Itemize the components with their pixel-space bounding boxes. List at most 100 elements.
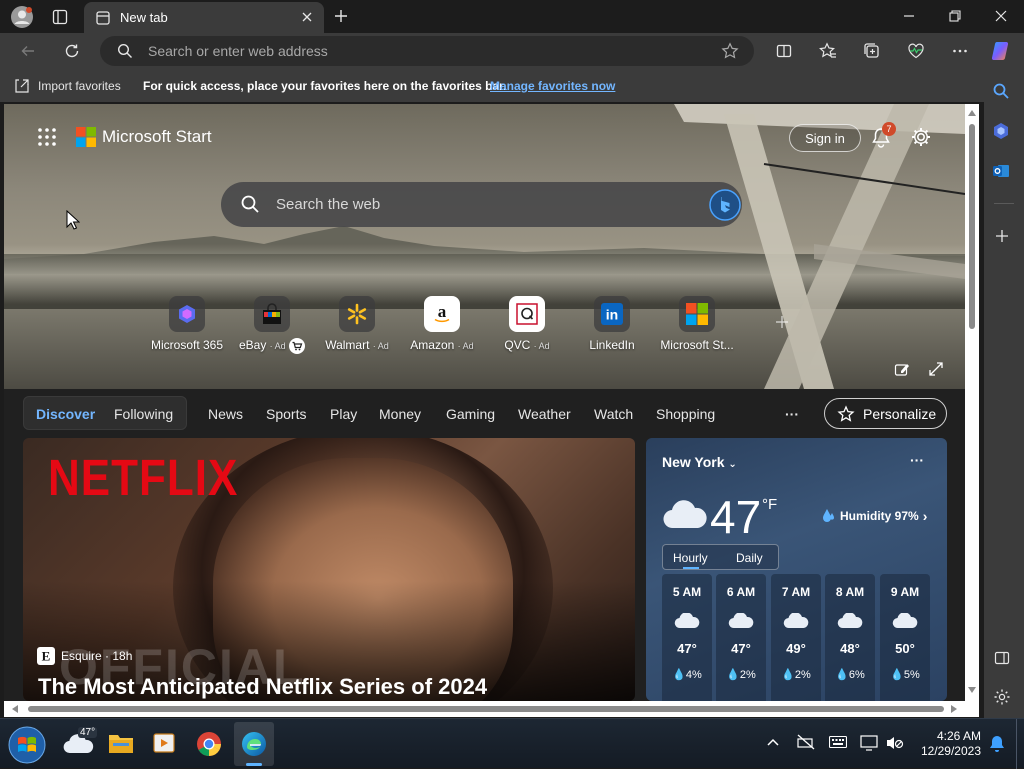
refresh-icon[interactable] (62, 41, 82, 61)
keyboard-icon[interactable] (829, 736, 847, 748)
minimize-icon[interactable] (900, 7, 918, 25)
news-card[interactable]: NETFLIX OFFICIAL E Esquire · 18h The Mos… (23, 438, 635, 701)
start-button-icon[interactable] (8, 726, 46, 764)
clock-time: 4:26 AM (936, 729, 981, 743)
expand-icon[interactable] (928, 361, 944, 377)
svg-text:a: a (438, 303, 447, 321)
feed-segment-control: Discover Following (23, 396, 187, 430)
horizontal-scrollbar[interactable] (4, 701, 979, 717)
split-screen-icon[interactable] (774, 41, 794, 61)
weather-humidity[interactable]: Humidity 97% › (822, 508, 927, 524)
scroll-down-arrow-icon[interactable] (968, 687, 976, 693)
add-favorite-star-icon[interactable] (721, 42, 739, 60)
weather-city[interactable]: New York ⌄ (662, 454, 737, 470)
scroll-left-arrow-icon[interactable] (12, 705, 18, 713)
personalize-button[interactable]: Personalize (824, 398, 947, 429)
tab-actions-icon[interactable] (50, 7, 70, 27)
quick-link-linkedin[interactable]: in LinkedIn (570, 296, 654, 352)
quick-link-qvc[interactable]: QVC · Ad (485, 296, 569, 352)
quick-link-amazon[interactable]: a Amazon · Ad (400, 296, 484, 352)
sidebar-copilot-icon[interactable] (992, 122, 1010, 140)
volume-muted-icon[interactable] (886, 735, 904, 751)
page-settings-gear-icon[interactable] (910, 126, 932, 148)
scroll-up-arrow-icon[interactable] (968, 110, 976, 116)
tab-sports[interactable]: Sports (266, 406, 306, 422)
system-clock[interactable]: 4:26 AM 12/29/2023 (913, 729, 981, 759)
tab-play[interactable]: Play (330, 406, 357, 422)
close-tab-icon[interactable] (300, 10, 314, 24)
sidebar-outlook-icon[interactable] (992, 162, 1010, 180)
tab-news[interactable]: News (208, 406, 243, 422)
cloud-icon (783, 613, 809, 629)
new-tab-plus-icon[interactable] (331, 6, 351, 26)
quick-link-microsoft-365[interactable]: Microsoft 365 (145, 296, 229, 352)
tab-hourly[interactable]: Hourly (673, 551, 708, 565)
vertical-scroll-thumb[interactable] (969, 124, 975, 329)
favorites-icon[interactable] (818, 41, 838, 61)
rain-drop-icon: 💧 (890, 669, 904, 681)
more-tabs-button[interactable]: ··· (785, 406, 799, 422)
tab-new-tab[interactable]: New tab (84, 2, 324, 33)
close-window-icon[interactable] (992, 7, 1010, 25)
notification-count-badge: 7 (882, 122, 896, 136)
sidebar-settings-icon[interactable] (993, 688, 1011, 706)
restore-icon[interactable] (946, 7, 964, 25)
copilot-icon[interactable] (988, 38, 1014, 64)
weather-more-options[interactable]: ··· (910, 452, 924, 468)
media-player-icon[interactable] (152, 731, 176, 755)
vertical-scrollbar[interactable] (965, 104, 979, 701)
ad-label: · Ad (269, 341, 286, 352)
more-options-icon[interactable] (950, 41, 970, 61)
tab-shopping[interactable]: Shopping (656, 406, 715, 422)
sidebar-search-icon[interactable] (992, 82, 1010, 100)
tab-gaming[interactable]: Gaming (446, 406, 495, 422)
rain-drop-icon: 💧 (726, 669, 740, 681)
quick-link-label: LinkedIn (589, 338, 635, 352)
weather-card[interactable]: New York ⌄ ··· 47 °F Humidity 97% › Hour… (646, 438, 947, 701)
tab-money[interactable]: Money (379, 406, 421, 422)
notification-center-icon[interactable] (988, 734, 1006, 754)
precipitation: 💧4% (672, 669, 702, 681)
collections-icon[interactable] (862, 41, 882, 61)
sidebar-hide-icon[interactable] (994, 650, 1010, 666)
scroll-right-arrow-icon[interactable] (951, 705, 957, 713)
add-quick-link-icon[interactable] (775, 315, 789, 329)
card-headline[interactable]: The Most Anticipated Netflix Series of 2… (38, 674, 487, 700)
favorites-bar: Import favorites For quick access, place… (0, 70, 984, 102)
address-bar[interactable]: Search or enter web address (100, 36, 754, 66)
show-hidden-icons-chevron-icon[interactable] (767, 738, 779, 746)
microsoft-start-brand[interactable]: Microsoft Start (76, 127, 212, 147)
import-favorites-link[interactable]: Import favorites (38, 79, 121, 93)
file-explorer-icon[interactable] (108, 731, 134, 755)
tab-weather[interactable]: Weather (518, 406, 571, 422)
tab-discover[interactable]: Discover (36, 406, 95, 422)
browser-essentials-icon[interactable] (906, 41, 926, 61)
quick-link-ebay[interactable]: eBay · Ad (230, 296, 314, 354)
tab-watch[interactable]: Watch (594, 406, 633, 422)
tab-following[interactable]: Following (114, 406, 173, 422)
manage-favorites-link[interactable]: Manage favorites now (490, 79, 615, 93)
back-arrow-icon[interactable] (18, 41, 38, 61)
chrome-icon[interactable] (196, 731, 222, 757)
show-desktop-divider[interactable] (1016, 719, 1017, 769)
network-disconnected-icon[interactable] (797, 734, 815, 750)
bing-chat-icon[interactable] (709, 189, 741, 221)
netflix-logo: NETFLIX (48, 450, 239, 507)
rain-drop-icon: 💧 (672, 669, 686, 681)
svg-text:E: E (42, 649, 51, 664)
profile-avatar-icon[interactable] (10, 5, 34, 29)
import-favorites-icon[interactable] (14, 78, 30, 94)
cloud-icon (728, 613, 754, 629)
quick-link-walmart[interactable]: Walmart · Ad (315, 296, 399, 352)
weather-widget[interactable]: 47° (62, 727, 98, 757)
sidebar-add-icon[interactable] (994, 228, 1010, 244)
quick-link-microsoft-store[interactable]: Microsoft St... (655, 296, 739, 352)
tab-daily[interactable]: Daily (736, 551, 763, 565)
edge-taskbar-button[interactable] (234, 722, 274, 766)
sign-in-button[interactable]: Sign in (789, 124, 861, 152)
horizontal-scroll-thumb[interactable] (28, 706, 944, 712)
edit-background-icon[interactable] (894, 361, 910, 377)
apps-launcher-icon[interactable] (38, 128, 56, 146)
web-search-box[interactable]: Search the web (221, 182, 742, 227)
display-icon[interactable] (860, 735, 878, 751)
